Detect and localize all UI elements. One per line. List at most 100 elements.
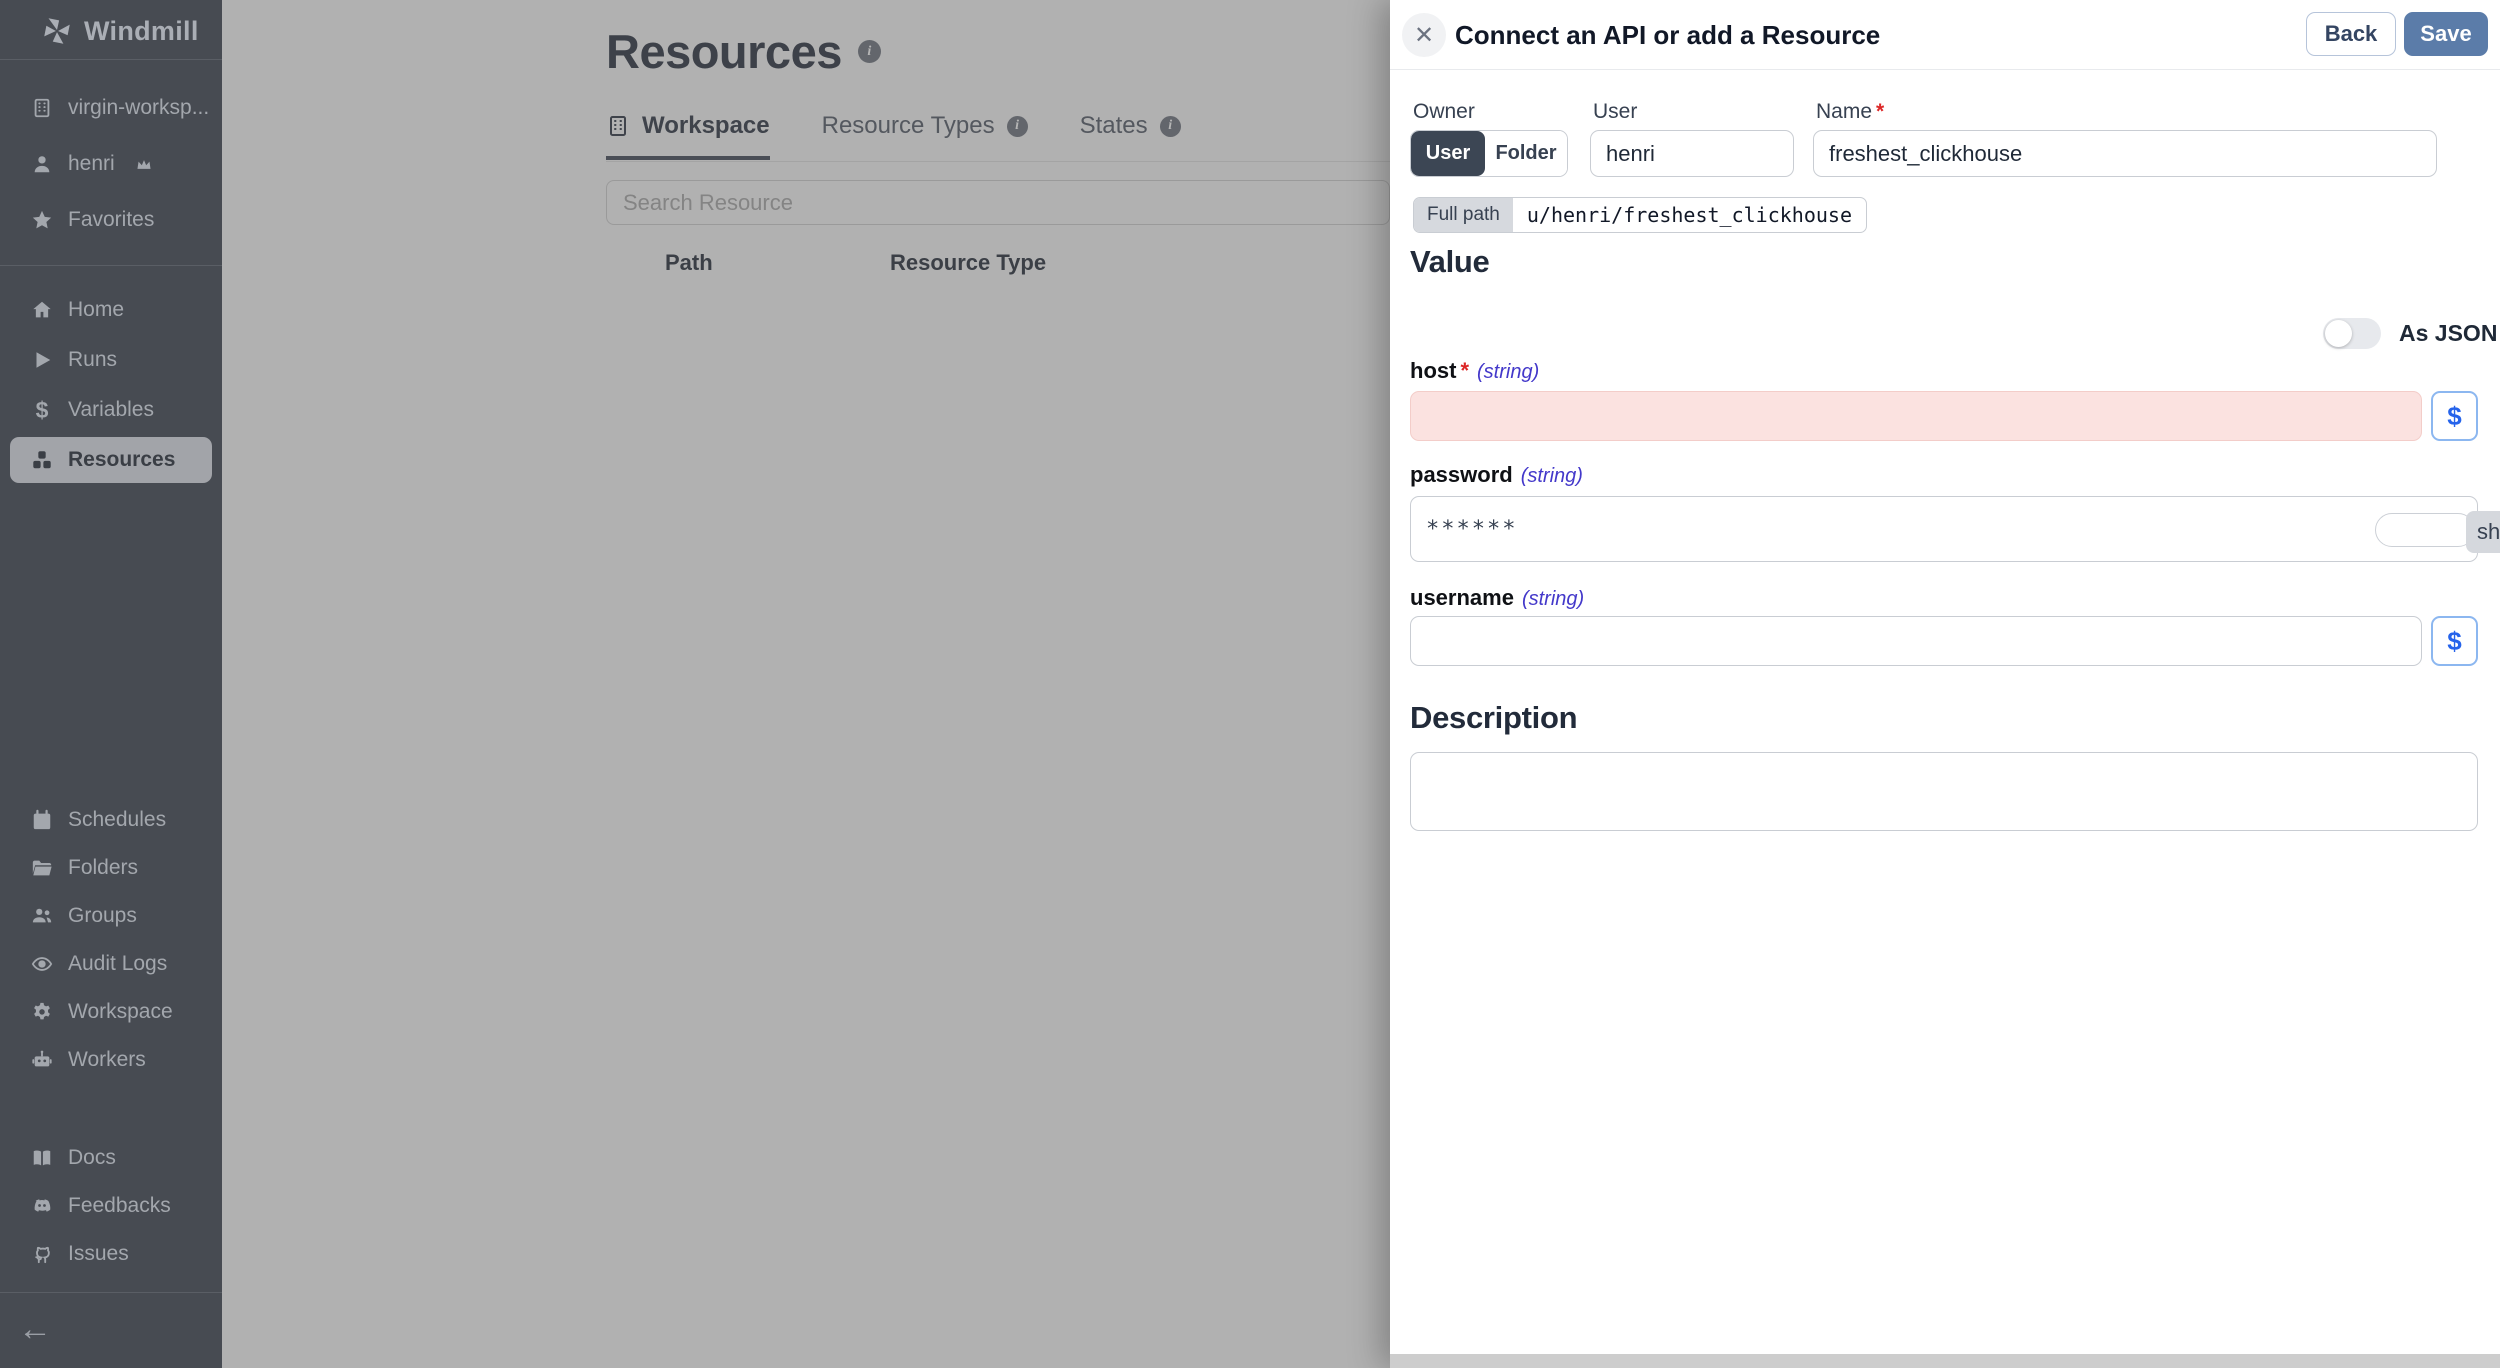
type-hint: (string) bbox=[1477, 361, 1540, 383]
info-icon[interactable]: i bbox=[857, 40, 881, 63]
host-input[interactable] bbox=[1410, 391, 2422, 441]
sidebar-item-audit-logs[interactable]: Audit Logs bbox=[0, 940, 222, 988]
sidebar: Windmill virgin-worksp... henri Favorite… bbox=[0, 0, 222, 1368]
workspace-name: virgin-worksp... bbox=[68, 96, 210, 119]
sidebar-item-home[interactable]: Home bbox=[0, 285, 222, 335]
calendar-icon bbox=[33, 809, 51, 830]
building-icon bbox=[610, 116, 626, 136]
column-header-resource-type: Resource Type bbox=[890, 250, 1047, 275]
sidebar-item-folders[interactable]: Folders bbox=[0, 844, 222, 892]
password-reveal-pill[interactable] bbox=[2375, 513, 2475, 547]
owner-user-input[interactable] bbox=[1590, 130, 1794, 177]
toggle-knob bbox=[2325, 320, 2352, 347]
sidebar-item-groups[interactable]: Groups bbox=[0, 892, 222, 940]
sidebar-item-favorites[interactable]: Favorites bbox=[0, 192, 222, 248]
nav-label: Docs bbox=[68, 1146, 116, 1169]
nav-label: Issues bbox=[68, 1242, 129, 1265]
home-icon bbox=[33, 301, 51, 318]
sidebar-item-variables[interactable]: $ Variables bbox=[0, 385, 222, 435]
nav-label: Workers bbox=[68, 1048, 146, 1071]
owner-option-user[interactable]: User bbox=[1411, 131, 1485, 176]
robot-icon bbox=[32, 1050, 52, 1067]
nav-label: Feedbacks bbox=[68, 1194, 171, 1217]
horizontal-scrollbar[interactable] bbox=[1390, 1354, 2500, 1368]
nav-label: Audit Logs bbox=[68, 952, 168, 975]
building-icon bbox=[34, 98, 50, 118]
close-icon[interactable]: ✕ bbox=[1402, 13, 1446, 57]
divider bbox=[0, 1292, 222, 1293]
windmill-logo[interactable]: Windmill bbox=[40, 14, 199, 48]
sidebar-item-workers[interactable]: Workers bbox=[0, 1036, 222, 1084]
crown-icon bbox=[137, 159, 151, 169]
gear-icon bbox=[34, 1002, 50, 1020]
variable-picker-button[interactable]: $ bbox=[2431, 616, 2478, 666]
show-password-button[interactable]: sh bbox=[2466, 511, 2500, 553]
info-icon[interactable]: i bbox=[1006, 115, 1028, 137]
description-heading: Description bbox=[1410, 700, 1578, 735]
username-field-label: username (string) bbox=[1410, 585, 1585, 610]
sidebar-item-workspace-switcher[interactable]: virgin-worksp... bbox=[0, 80, 222, 136]
variable-picker-button[interactable]: $ bbox=[2431, 391, 2478, 441]
back-button[interactable]: Back bbox=[2306, 12, 2396, 56]
sidebar-item-schedules[interactable]: Schedules bbox=[0, 796, 222, 844]
divider bbox=[0, 59, 222, 60]
sidebar-item-workspace-settings[interactable]: Workspace bbox=[0, 988, 222, 1036]
nav-label: Groups bbox=[68, 904, 137, 927]
sidebar-item-feedbacks[interactable]: Feedbacks bbox=[0, 1182, 222, 1230]
full-path: Full path u/henri/freshest_clickhouse bbox=[1413, 197, 1867, 233]
tab-workspace[interactable]: Workspace bbox=[606, 112, 770, 160]
password-field-label: password (string) bbox=[1410, 462, 1583, 487]
host-field-label: host * (string) bbox=[1410, 358, 1540, 383]
user-label: User bbox=[1593, 100, 1638, 123]
tab-bar: Workspace Resource Types i States i bbox=[606, 112, 1181, 160]
sidebar-item-issues[interactable]: Issues bbox=[0, 1230, 222, 1278]
divider bbox=[0, 265, 222, 266]
full-path-badge: Full path bbox=[1414, 198, 1513, 232]
play-icon bbox=[36, 352, 51, 368]
username: henri bbox=[68, 152, 115, 175]
name-label: Name * bbox=[1816, 100, 1885, 123]
sidebar-item-user[interactable]: henri bbox=[0, 136, 222, 192]
sidebar-item-docs[interactable]: Docs bbox=[0, 1134, 222, 1182]
sidebar-item-resources[interactable]: Resources bbox=[0, 435, 222, 485]
brand-name: Windmill bbox=[84, 15, 199, 46]
github-icon bbox=[35, 1246, 50, 1264]
favorites-label: Favorites bbox=[68, 208, 155, 231]
boxes-icon bbox=[33, 451, 51, 469]
nav-label: Resources bbox=[68, 448, 176, 471]
tab-states[interactable]: States i bbox=[1080, 112, 1181, 156]
column-header-path: Path bbox=[665, 250, 713, 275]
nav-label: Variables bbox=[68, 398, 154, 421]
description-textarea[interactable] bbox=[1410, 752, 2478, 831]
folder-icon bbox=[32, 860, 52, 876]
owner-toggle: User Folder bbox=[1410, 130, 1568, 177]
star-icon bbox=[32, 210, 52, 229]
drawer-header: ✕ Connect an API or add a Resource Back … bbox=[1390, 0, 2500, 70]
as-json-toggle[interactable] bbox=[2323, 318, 2381, 349]
collapse-sidebar-button[interactable]: ← bbox=[18, 1312, 52, 1346]
nav-label: Folders bbox=[68, 856, 139, 879]
search-input[interactable] bbox=[606, 180, 1390, 225]
info-icon[interactable]: i bbox=[1159, 115, 1181, 137]
drawer-title: Connect an API or add a Resource bbox=[1455, 20, 1881, 50]
required-asterisk: * bbox=[1460, 358, 1470, 383]
dollar-icon: $ bbox=[35, 396, 49, 423]
username-input[interactable] bbox=[1410, 616, 2422, 666]
owner-option-folder[interactable]: Folder bbox=[1485, 131, 1567, 176]
nav-label: Workspace bbox=[68, 1000, 173, 1023]
tab-resource-types[interactable]: Resource Types i bbox=[822, 112, 1028, 156]
book-icon bbox=[33, 1150, 51, 1166]
discord-icon bbox=[34, 1199, 51, 1212]
eye-icon bbox=[31, 957, 53, 971]
page-title: Resources bbox=[606, 25, 842, 78]
users-icon bbox=[32, 908, 52, 923]
type-hint: (string) bbox=[1520, 465, 1583, 487]
as-json-label: As JSON bbox=[2399, 320, 2498, 346]
resource-name-input[interactable] bbox=[1813, 130, 2437, 177]
type-hint: (string) bbox=[1521, 588, 1585, 610]
sidebar-item-runs[interactable]: Runs bbox=[0, 335, 222, 385]
save-button[interactable]: Save bbox=[2404, 12, 2488, 56]
password-input[interactable] bbox=[1410, 496, 2478, 562]
tab-label: Resource Types bbox=[821, 112, 995, 139]
windmill-pinwheel-icon bbox=[44, 18, 70, 44]
